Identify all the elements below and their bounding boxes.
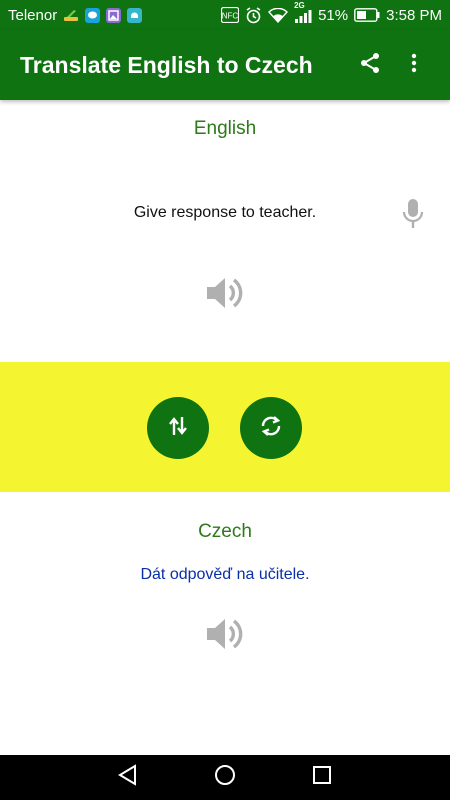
broom-icon <box>63 8 79 22</box>
image-icon <box>106 7 122 23</box>
recents-icon <box>312 765 332 790</box>
source-language-label: English <box>193 118 257 139</box>
status-right: NFC 2G 51% 3:58 PM <box>221 1 442 24</box>
share-icon <box>358 51 382 80</box>
speaker-icon <box>205 616 245 657</box>
refresh-icon <box>258 413 284 444</box>
svg-text:NFC: NFC <box>222 12 239 21</box>
nfc-icon: NFC <box>221 7 240 23</box>
back-icon <box>117 764 139 791</box>
more-vert-icon <box>402 51 426 80</box>
target-language-label: Czech <box>198 521 252 542</box>
speaker-icon <box>205 275 245 316</box>
back-button[interactable] <box>108 758 148 798</box>
signal-icon: 2G <box>294 1 312 23</box>
swap-icon <box>167 415 189 442</box>
app-bar: Translate English to Czech <box>0 30 450 100</box>
status-bar: Telenor NFC 2G 51% 3:58 PM <box>0 0 450 30</box>
battery-icon <box>354 8 380 22</box>
screen: Telenor NFC 2G 51% 3:58 PM Translate Eng… <box>0 0 450 800</box>
app-title: Translate English to Czech <box>20 51 313 78</box>
home-icon <box>214 764 236 791</box>
android-icon <box>127 7 143 23</box>
battery-percent: 51% <box>318 6 349 24</box>
wifi-icon <box>268 7 289 23</box>
refresh-translation-button[interactable] <box>240 397 302 459</box>
system-nav-bar <box>0 755 450 800</box>
home-button[interactable] <box>205 758 245 798</box>
microphone-icon <box>401 198 425 235</box>
speak-source-button[interactable] <box>203 276 247 314</box>
translated-text: Dát odpověď na učitele. <box>140 566 310 583</box>
chat-icon <box>85 7 101 23</box>
recents-button[interactable] <box>302 758 342 798</box>
network-type-label: 2G <box>294 0 305 10</box>
controls-band <box>0 362 450 492</box>
alarm-icon <box>245 6 262 24</box>
carrier-label: Telenor <box>8 6 58 24</box>
share-button[interactable] <box>348 43 392 87</box>
overflow-menu-button[interactable] <box>392 43 436 87</box>
voice-input-button[interactable] <box>398 198 428 235</box>
speak-translation-button[interactable] <box>203 617 247 655</box>
swap-languages-button[interactable] <box>147 397 209 459</box>
clock: 3:58 PM <box>386 6 442 24</box>
source-text[interactable]: Give response to teacher. <box>0 204 450 222</box>
status-left: Telenor <box>8 6 143 24</box>
